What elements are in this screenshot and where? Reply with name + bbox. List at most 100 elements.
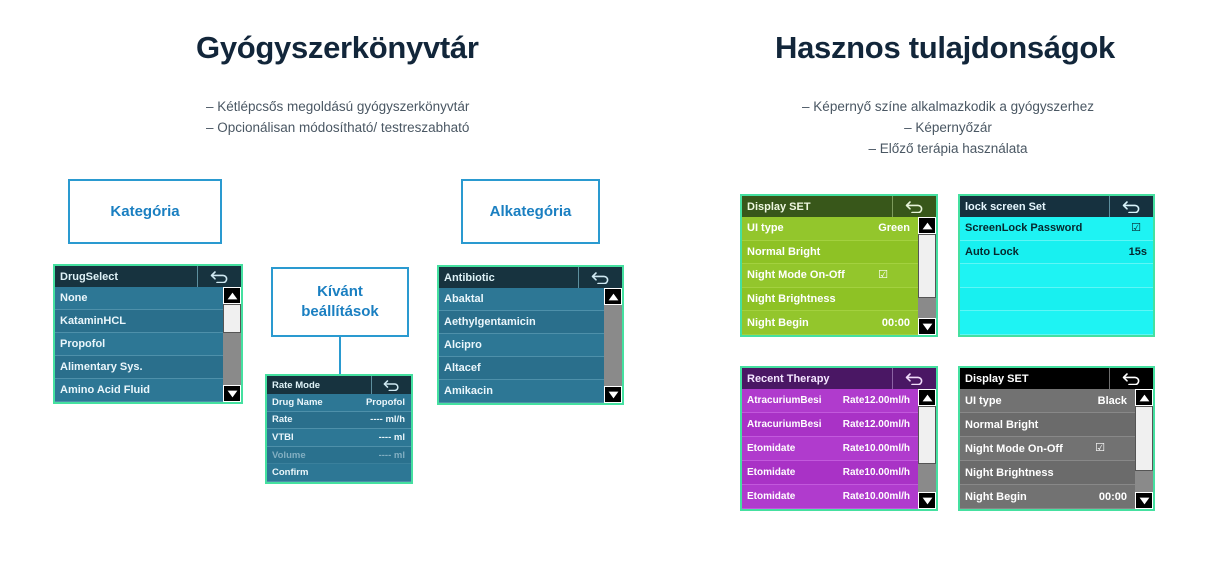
back-arrow-icon[interactable] [371,376,411,394]
panel-recent-therapy[interactable]: Recent Therapy AtracuriumBesi Rate12.00m… [740,366,938,511]
scroll-down-arrow-icon[interactable] [604,386,622,403]
panel-lock-screen-set[interactable]: lock screen Set ScreenLock Password ☑ Au… [958,194,1155,337]
setting-row-vtbi[interactable]: VTBI ---- ml [267,429,411,447]
therapy-row[interactable]: AtracuriumBesi Rate12.00ml/h [742,389,936,413]
panel-drugselect[interactable]: DrugSelect None KataminHCL Propofol Alim… [53,264,243,404]
scrollbar-track[interactable] [604,305,622,386]
setting-label: VTBI [272,431,294,443]
back-arrow-icon[interactable] [1109,196,1153,217]
scrollbar-track[interactable] [223,304,241,385]
scrollbar-thumb[interactable] [1135,406,1153,472]
panel-antibiotic[interactable]: Antibiotic Abaktal Aethylgentamicin Alci… [437,265,624,405]
panel-drugselect-rows: None KataminHCL Propofol Alimentary Sys.… [55,287,241,402]
setting-row-screenlock-password[interactable]: ScreenLock Password ☑ [960,217,1153,241]
setting-label: Night Begin [965,490,1027,503]
setting-row-auto-lock[interactable]: Auto Lock 15s [960,240,1153,265]
panel-antibiotic-rows: Abaktal Aethylgentamicin Alcipro Altacef… [439,288,622,403]
therapy-drug-name: Etomidate [747,491,796,502]
scrollbar-thumb[interactable] [223,304,241,334]
right-bullet-1: – Képernyő színe alkalmazkodik a gyógysz… [802,99,1094,114]
setting-row-night-mode[interactable]: Night Mode On-Off ☑ [960,437,1153,461]
scrollbar-track[interactable] [1135,406,1153,492]
list-item[interactable]: Amino Acid Fluid [55,379,241,402]
setting-row-drug-name[interactable]: Drug Name Propofol [267,394,411,412]
list-item-label: Altacef [444,362,481,374]
setting-label: Night Brightness [965,466,1054,479]
back-arrow-icon[interactable] [1109,368,1153,389]
list-item-label: None [60,292,88,304]
list-item[interactable]: KataminHCL [55,310,241,333]
back-arrow-icon[interactable] [892,196,936,217]
setting-row-rate[interactable]: Rate ---- ml/h [267,411,411,430]
list-item[interactable]: Amikacin [439,380,622,403]
setting-row-normal-bright[interactable]: Normal Bright [742,240,936,265]
list-item-label: Aethylgentamicin [444,316,536,328]
confirm-button-label: Confirm [272,467,309,479]
setting-label: UI type [965,394,1002,407]
list-item-label: Alimentary Sys. [60,361,143,373]
therapy-rate: Rate10.00ml/h [842,443,910,454]
setting-label: Night Brightness [747,293,836,306]
list-item[interactable]: None [55,287,241,310]
panel-lockscreen-rows: ScreenLock Password ☑ Auto Lock 15s [960,217,1153,335]
therapy-row[interactable]: Etomidate Rate10.00ml/h [742,461,936,485]
scroll-down-arrow-icon[interactable] [918,492,936,509]
therapy-row[interactable]: Etomidate Rate10.00ml/h [742,437,936,461]
setting-row-night-begin[interactable]: Night Begin 00:00 [960,485,1153,509]
panel-ratemode-title: Rate Mode [272,379,321,391]
confirm-button[interactable]: Confirm [267,464,411,482]
scrollbar-thumb[interactable] [918,234,936,298]
scrollbar[interactable] [604,288,622,403]
scrollbar[interactable] [918,389,936,509]
panel-ratemode[interactable]: Rate Mode Drug Name Propofol Rate ---- m… [265,374,413,484]
scroll-down-arrow-icon[interactable] [223,385,241,402]
setting-row-night-mode[interactable]: Night Mode On-Off ☑ [742,264,936,288]
therapy-rate: Rate10.00ml/h [842,467,910,478]
scroll-up-arrow-icon[interactable] [1135,389,1153,406]
scrollbar[interactable] [918,217,936,335]
scroll-up-arrow-icon[interactable] [604,288,622,305]
panel-display-set-black[interactable]: Display SET UI type Black Normal Bright … [958,366,1155,511]
panel-drugselect-title: DrugSelect [60,270,119,283]
therapy-row[interactable]: AtracuriumBesi Rate12.00ml/h [742,413,936,437]
setting-row-normal-bright[interactable]: Normal Bright [960,413,1153,437]
therapy-rate: Rate12.00ml/h [842,419,910,430]
scrollbar-track[interactable] [918,234,936,318]
right-section-bullets: – Képernyő színe alkalmazkodik a gyógysz… [778,96,1118,159]
setting-label: Night Mode On-Off [747,269,845,282]
therapy-drug-name: AtracuriumBesi [747,419,822,430]
list-item[interactable]: Propofol [55,333,241,356]
right-bullet-2: – Képernyőzár [904,120,992,135]
list-item[interactable]: Aethylgentamicin [439,311,622,334]
setting-row-ui-type[interactable]: UI type Black [960,389,1153,413]
list-item[interactable]: Alcipro [439,334,622,357]
list-item[interactable]: Abaktal [439,288,622,311]
back-arrow-icon[interactable] [578,267,622,288]
back-arrow-icon[interactable] [892,368,936,389]
checkbox-checked-icon[interactable]: ☑ [1127,222,1147,234]
scrollbar-thumb[interactable] [918,406,936,465]
setting-value: 15s [1128,245,1147,258]
setting-row-ui-type[interactable]: UI type Green [742,217,936,241]
scrollbar[interactable] [1135,389,1153,509]
scroll-down-arrow-icon[interactable] [918,318,936,335]
scroll-up-arrow-icon[interactable] [223,287,241,304]
scroll-up-arrow-icon[interactable] [918,389,936,406]
setting-row-night-brightness[interactable]: Night Brightness [960,461,1153,485]
therapy-row[interactable]: Etomidate Rate10.00ml/h [742,485,936,509]
setting-row-night-begin[interactable]: Night Begin 00:00 [742,311,936,335]
callout-alkategoria: Alkategória [461,179,600,244]
scroll-down-arrow-icon[interactable] [1135,492,1153,509]
panel-lockscreen-titlebar: lock screen Set [960,196,1153,217]
list-item[interactable]: Altacef [439,357,622,380]
scroll-up-arrow-icon[interactable] [918,217,936,234]
list-item[interactable]: Alimentary Sys. [55,356,241,379]
back-arrow-icon[interactable] [197,266,241,287]
callout-alkategoria-label: Alkategória [489,202,572,220]
scrollbar[interactable] [223,287,241,402]
therapy-rate: Rate12.00ml/h [842,395,910,406]
panel-display-set-green[interactable]: Display SET UI type Green Normal Bright … [740,194,938,337]
setting-row-night-brightness[interactable]: Night Brightness [742,287,936,312]
scrollbar-track[interactable] [918,406,936,492]
callout-kategoria: Kategória [68,179,222,244]
